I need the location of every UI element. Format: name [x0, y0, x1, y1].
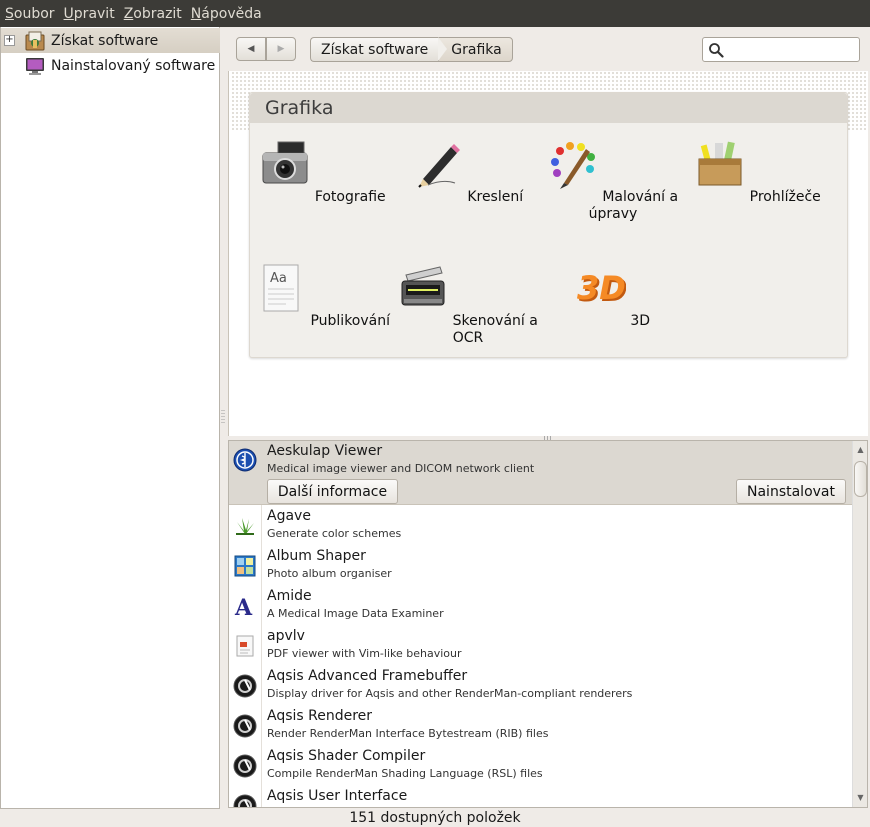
- list-item-aqsis-user-interface[interactable]: Aqsis User Interface: [229, 786, 852, 807]
- document-icon: Aa: [263, 264, 299, 312]
- list-item-aqsis-advanced-framebuffer[interactable]: Aqsis Advanced Framebuffer Display drive…: [229, 666, 852, 706]
- back-button[interactable]: ◀: [236, 37, 266, 61]
- category-title: Grafika: [250, 93, 847, 123]
- sidebar: + Získat software Nainstalovaný software: [0, 27, 220, 809]
- camera-icon: [262, 141, 308, 184]
- menu-soubor[interactable]: Soubor: [5, 6, 55, 22]
- aqsis-icon: [233, 714, 257, 738]
- scroll-up-icon[interactable]: ▲: [853, 443, 867, 457]
- app-description: Display driver for Aqsis and other Rende…: [267, 687, 633, 700]
- category-label: 3D: [630, 313, 651, 329]
- category-photography[interactable]: Fotografie: [250, 139, 396, 206]
- svg-text:A: A: [234, 595, 253, 618]
- list-item-aeskulap-viewer[interactable]: Aeskulap Viewer Medical image viewer and…: [229, 441, 852, 505]
- app-description: Photo album organiser: [267, 567, 392, 580]
- app-description: A Medical Image Data Examiner: [267, 607, 444, 620]
- monitor-icon: [26, 57, 44, 75]
- app-name: Aqsis Renderer: [267, 708, 373, 724]
- expander-icon[interactable]: +: [4, 35, 15, 46]
- list-item-apvlv[interactable]: apvlv PDF viewer with Vim-like behaviour: [229, 626, 852, 666]
- category-viewers[interactable]: Prohlížeče: [685, 139, 831, 206]
- sidebar-item-get-software[interactable]: + Získat software: [1, 28, 220, 53]
- list-item-amide[interactable]: A Amide A Medical Image Data Examiner: [229, 586, 852, 626]
- aqsis-icon: [233, 794, 257, 807]
- list-item-album-shaper[interactable]: Album Shaper Photo album organiser: [229, 546, 852, 586]
- agave-icon: [236, 518, 254, 535]
- amide-icon: A: [234, 595, 253, 618]
- category-label: Skenování a OCR: [452, 313, 538, 346]
- app-name: Agave: [267, 508, 311, 524]
- app-name: Aeskulap Viewer: [267, 443, 383, 459]
- app-name: Album Shaper: [267, 548, 366, 564]
- list-item-aqsis-shader-compiler[interactable]: Aqsis Shader Compiler Compile RenderMan …: [229, 746, 852, 786]
- aqsis-icon: [233, 674, 257, 698]
- sidebar-item-installed-software[interactable]: Nainstalovaný software: [1, 53, 220, 78]
- scanner-icon: [401, 266, 445, 306]
- menu-upravit[interactable]: Upravit: [64, 6, 115, 22]
- app-description: PDF viewer with Vim-like behaviour: [267, 647, 462, 660]
- search-icon: [709, 43, 724, 58]
- forward-button[interactable]: ▶: [266, 37, 296, 61]
- scrollbar-thumb[interactable]: [854, 461, 867, 497]
- category-label: Publikování: [310, 313, 390, 329]
- more-info-button[interactable]: Další informace: [267, 479, 398, 504]
- app-name: Aqsis User Interface: [267, 788, 408, 804]
- menu-zobrazit[interactable]: Zobrazit: [124, 6, 182, 22]
- search-input[interactable]: [729, 41, 855, 58]
- category-label: Malování a úpravy: [588, 189, 679, 222]
- install-button[interactable]: Nainstalovat: [736, 479, 846, 504]
- sidebar-item-label: Získat software: [51, 32, 159, 49]
- svg-text:3D: 3D: [577, 269, 626, 307]
- app-description: Medical image viewer and DICOM network c…: [267, 462, 535, 475]
- category-3d[interactable]: 3D 3D 3D: [540, 263, 686, 330]
- app-name: Aqsis Shader Compiler: [267, 748, 426, 764]
- category-view: Grafika Fotografie Kreslení Malování a ú…: [228, 71, 868, 436]
- app-description: Render RenderMan Interface Bytestream (R…: [267, 727, 549, 740]
- album-shaper-icon: [234, 555, 256, 577]
- menu-napoveda[interactable]: Nápověda: [191, 6, 262, 22]
- status-bar: 151 dostupných položek: [349, 810, 521, 826]
- pane-resize-grip[interactable]: [221, 410, 225, 424]
- category-label: Kreslení: [467, 189, 524, 205]
- breadcrumb: Získat software Grafika: [310, 37, 513, 62]
- list-item-aqsis-renderer[interactable]: Aqsis Renderer Render RenderMan Interfac…: [229, 706, 852, 746]
- app-name: apvlv: [267, 628, 305, 644]
- category-label: Prohlížeče: [749, 189, 821, 205]
- paint-palette-icon: [550, 142, 595, 189]
- scroll-down-icon[interactable]: ▼: [853, 791, 867, 805]
- aeskulap-icon: [233, 448, 257, 472]
- category-drawing[interactable]: Kreslení: [395, 139, 541, 206]
- search-box[interactable]: [702, 37, 860, 62]
- pencil-icon: [418, 144, 460, 188]
- category-panel: Grafika Fotografie Kreslení Malování a ú…: [249, 92, 848, 358]
- category-publishing[interactable]: Aa Publikování: [250, 263, 396, 330]
- menu-bar: Soubor Upravit Zobrazit Nápověda: [0, 0, 870, 27]
- apvlv-icon: [236, 635, 254, 657]
- breadcrumb-get-software[interactable]: Získat software: [310, 37, 439, 62]
- app-description: Generate color schemes: [267, 527, 402, 540]
- category-painting[interactable]: Malování a úpravy: [540, 139, 686, 223]
- toolbar: ◀ ▶ Získat software Grafika: [228, 27, 870, 71]
- sidebar-item-label: Nainstalovaný software: [51, 57, 216, 74]
- app-name: Aqsis Advanced Framebuffer: [267, 668, 468, 684]
- aqsis-icon: [233, 754, 257, 778]
- category-label: Fotografie: [314, 189, 386, 205]
- 3d-icon: 3D 3D: [577, 269, 628, 309]
- category-scanning-ocr[interactable]: Skenování a OCR: [395, 263, 541, 347]
- breadcrumb-graphics[interactable]: Grafika: [438, 37, 513, 62]
- software-list: Aeskulap Viewer Medical image viewer and…: [228, 440, 868, 808]
- app-name: Amide: [267, 588, 312, 604]
- list-item-agave[interactable]: Agave Generate color schemes: [229, 506, 852, 546]
- vertical-scrollbar[interactable]: ▲ ▼: [852, 441, 867, 807]
- software-center-icon: [25, 31, 45, 50]
- app-description: Compile RenderMan Shading Language (RSL)…: [267, 767, 543, 780]
- svg-text:Aa: Aa: [270, 271, 287, 286]
- viewer-box-icon: [698, 141, 742, 186]
